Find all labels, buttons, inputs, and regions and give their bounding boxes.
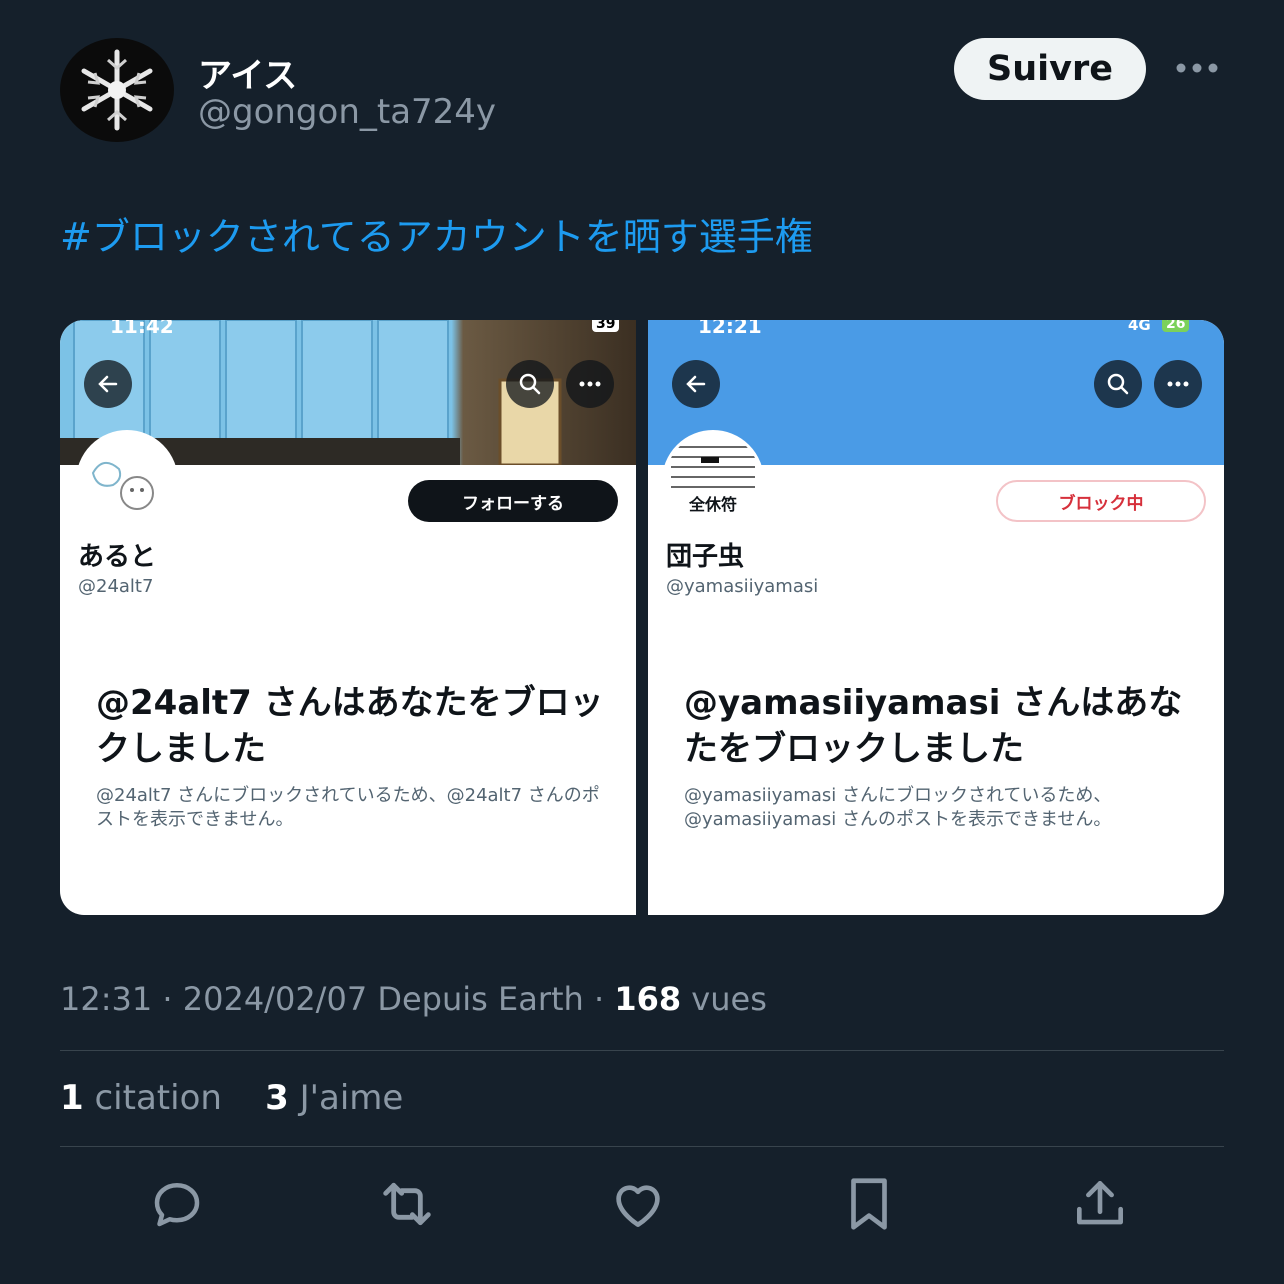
- hashtag-link[interactable]: #ブロックされてるアカウントを晒す選手権: [60, 206, 813, 261]
- quote-count: 1: [60, 1078, 84, 1118]
- status-time: 12:21: [698, 320, 762, 338]
- reply-button[interactable]: [145, 1172, 209, 1236]
- tweet-stats: 1 citation 3 J'aime: [60, 1078, 403, 1118]
- share-icon: [1077, 1181, 1123, 1225]
- like-count: 3: [265, 1078, 289, 1118]
- retweet-button[interactable]: [375, 1172, 439, 1236]
- divider: [60, 1050, 1224, 1051]
- back-button[interactable]: [672, 360, 720, 408]
- network-type: 4G: [1128, 320, 1151, 334]
- bookmark-button[interactable]: [837, 1172, 901, 1236]
- ghost-doodle-icon: [91, 462, 154, 510]
- like-button[interactable]: [606, 1172, 670, 1236]
- search-icon: [1107, 373, 1129, 395]
- blocked-title: @yamasiiyamasi さんはあなたをブロックしました: [684, 683, 1183, 769]
- search-button[interactable]: [506, 360, 554, 408]
- back-button[interactable]: [84, 360, 132, 408]
- blocked-description: @24alt7 さんにブロックされているため、@24alt7 さんのポストを表示…: [96, 785, 600, 830]
- whole-rest-icon: [671, 446, 755, 488]
- tweet-image-2[interactable]: 12:21 4G 26 全休符 ブロック中 団子虫 @yamasiiyamasi…: [648, 320, 1224, 915]
- view-count: 168: [614, 980, 682, 1018]
- avatar-caption: 全休符: [688, 495, 737, 514]
- search-icon: [519, 373, 541, 395]
- share-button[interactable]: [1068, 1172, 1132, 1236]
- tweet-time: 12:31: [60, 980, 153, 1018]
- quotes-label: citation: [94, 1078, 222, 1118]
- tweet-meta: 12:31 · 2024/02/07 Depuis Earth · 168 vu…: [60, 980, 767, 1018]
- profile-display-name: あると: [78, 542, 157, 572]
- arrow-left-icon: [686, 375, 706, 393]
- views-label: vues: [691, 980, 767, 1018]
- bookmark-icon: [851, 1178, 887, 1230]
- profile-avatar: [76, 430, 178, 532]
- divider: [60, 1146, 1224, 1147]
- more-options-button[interactable]: [1168, 48, 1226, 88]
- profile-display-name: 団子虫: [666, 542, 745, 572]
- author-name[interactable]: アイス: [198, 48, 297, 97]
- quotes-stat[interactable]: 1 citation: [60, 1078, 222, 1118]
- likes-label: J'aime: [299, 1078, 404, 1118]
- tweet-image-1[interactable]: 11:42 39 フォローする あると @24alt7 @24alt7 さんはあ…: [60, 320, 636, 915]
- blocked-title: @24alt7 さんはあなたをブロックしました: [96, 683, 604, 769]
- arrow-left-icon: [98, 375, 118, 393]
- tweet-source: Depuis Earth: [377, 980, 584, 1018]
- profile-handle: @yamasiiyamasi: [666, 576, 819, 597]
- status-time: 11:42: [110, 320, 174, 338]
- more-button[interactable]: [1154, 360, 1202, 408]
- reply-icon: [154, 1183, 200, 1227]
- snowflake-icon: [81, 49, 153, 131]
- profile-handle: @24alt7: [78, 576, 154, 597]
- search-button[interactable]: [1094, 360, 1142, 408]
- follow-profile-button[interactable]: フォローする: [408, 480, 618, 522]
- more-dots-icon: [579, 381, 601, 387]
- more-dots-icon: [1176, 63, 1218, 73]
- follow-button[interactable]: Suivre: [954, 38, 1146, 100]
- like-icon: [616, 1185, 660, 1227]
- blocked-description: @yamasiiyamasi さんにブロックされているため、@yamasiiya…: [684, 785, 1112, 830]
- retweet-icon: [383, 1182, 431, 1226]
- likes-stat[interactable]: 3 J'aime: [265, 1078, 403, 1118]
- author-handle[interactable]: @gongon_ta724y: [198, 92, 496, 132]
- more-dots-icon: [1167, 381, 1189, 387]
- battery-level: 26: [1162, 320, 1190, 332]
- profile-avatar: 全休符: [662, 430, 764, 532]
- tweet-date: 2024/02/07: [182, 980, 368, 1018]
- blocking-button[interactable]: ブロック中: [996, 480, 1206, 522]
- more-button[interactable]: [566, 360, 614, 408]
- battery-level: 39: [592, 320, 620, 332]
- author-avatar[interactable]: [60, 38, 174, 142]
